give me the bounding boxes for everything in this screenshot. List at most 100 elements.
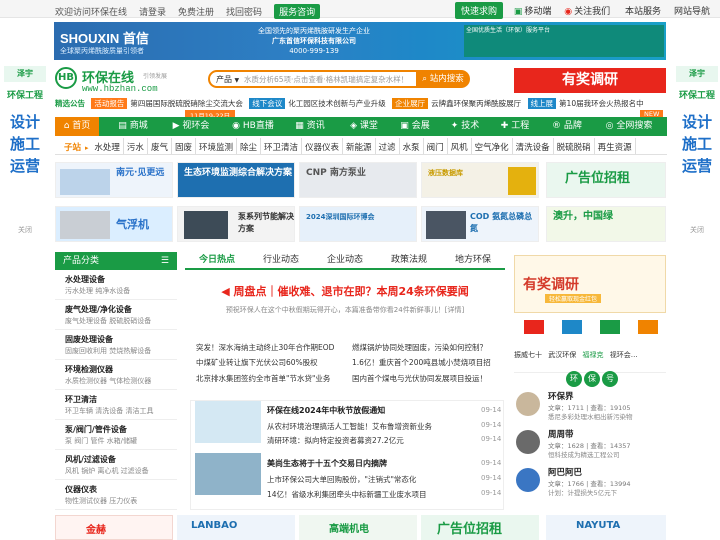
service-button[interactable]: 服务咨询 xyxy=(274,4,321,19)
ticker-item[interactable]: 云牌鑫环保聚丙烯酰胺展厅 xyxy=(431,99,521,108)
search-input[interactable]: 水质分析65项·点击查看·格林凯瑞搞定复杂水样！ xyxy=(244,74,414,85)
right-side-ad[interactable]: 泽宇 环保工程 设计 施工 运营 关闭 xyxy=(676,66,718,235)
ad-tile[interactable]: COD 氨氮总磷总氮 xyxy=(421,206,539,242)
category-sub[interactable]: 污水处理 纯净水设备 xyxy=(65,286,177,296)
news-item[interactable]: 突发！深水海纳主动终止30年合作期EOD xyxy=(196,340,346,355)
subnav-item[interactable]: 废气 xyxy=(148,138,172,154)
category-title[interactable]: 水处理设备 xyxy=(65,274,177,285)
tab-policy[interactable]: 政策法规 xyxy=(377,252,441,268)
featured-item[interactable]: 14亿！省级水利集团牵头中标新疆工业废水项目 xyxy=(267,489,427,500)
ad-tile[interactable]: 澳升，中国绿 xyxy=(546,206,666,242)
login-link[interactable]: 请登录 xyxy=(139,8,166,18)
site-nav-link[interactable]: 网站导航 xyxy=(674,7,710,17)
headline-desc[interactable]: 预祝环保人在这个中秋假期玩得开心，本篇准备带你看24件新鲜事儿！[详情] xyxy=(190,305,500,315)
bottom-ad[interactable]: 广告位招租 xyxy=(421,515,539,540)
subnav-item[interactable]: 环境监测 xyxy=(196,138,237,154)
bottom-ad[interactable]: NAYUTA xyxy=(546,515,666,540)
expo-label[interactable]: 振威七十 xyxy=(514,351,542,359)
subnav-item[interactable]: 空气净化 xyxy=(472,138,513,154)
nav-tech[interactable]: ✦ 技术 xyxy=(441,117,489,136)
news-item[interactable]: 国内首个煤电与光伏协同发展项目投运！ xyxy=(352,371,504,386)
follow-link[interactable]: 关注我们 xyxy=(574,7,610,17)
featured-item[interactable]: 上市环保公司大单回购股份，"注销式"常态化 xyxy=(267,474,416,485)
featured-item[interactable]: 从农村环境治理搞活人工智能！艾布鲁增资新业务 xyxy=(267,421,432,432)
expert-card[interactable]: 阿巴阿巴 文章：1766 | 查看：13994 计划：计提损失5亿元下 xyxy=(514,466,666,504)
search-category-select[interactable]: 产品 ▼ xyxy=(216,74,239,85)
expert-card[interactable]: 周周带 文章：1628 | 查看：14357 恒科技成为精选工程公司 xyxy=(514,428,666,466)
left-side-ad[interactable]: 泽宇 环保工程 设计 施工 运营 关闭 xyxy=(4,66,46,235)
expo-label[interactable]: 福禄克 xyxy=(582,351,603,359)
quick-purchase-button[interactable]: 快速求购 xyxy=(455,2,504,19)
nav-home[interactable]: ⌂ 首页 xyxy=(55,117,99,136)
bottom-ad[interactable]: 高端机电 xyxy=(299,515,417,540)
category-sub[interactable]: 物性测试仪器 压力仪表 xyxy=(65,496,177,506)
bottom-ad[interactable]: LANBAO xyxy=(177,515,295,540)
nav-brand[interactable]: ® 品牌 xyxy=(543,117,591,136)
category-title[interactable]: 环卫清洁 xyxy=(65,394,177,405)
subnav-item[interactable]: 除尘 xyxy=(237,138,261,154)
expo-logo[interactable] xyxy=(562,320,582,334)
expert-name[interactable]: 周周带 xyxy=(548,428,574,440)
nav-video-expo[interactable]: ▶ 视环会 xyxy=(163,117,219,136)
subnav-item[interactable]: 脱硫脱硝 xyxy=(554,138,595,154)
find-password-link[interactable]: 找回密码 xyxy=(226,8,262,18)
expert-name[interactable]: 阿巴阿巴 xyxy=(548,466,582,478)
sidebar-category[interactable]: 泵/阀门/管件设备泵 阀门 管件 水箱/储罐 xyxy=(55,420,177,450)
ad-tile[interactable]: 泵系列节能解决方案 xyxy=(177,206,295,242)
headline-title[interactable]: ◀ 周盘点｜催收难、退市在即？本周24条环保要闻 xyxy=(190,283,500,299)
sidebar-category[interactable]: 固废处理设备 固废回收利用 焚烧热解设备 xyxy=(55,330,177,360)
category-title[interactable]: 固废处理设备 xyxy=(65,334,177,345)
subnav-item[interactable]: 水处理 xyxy=(91,138,124,154)
ad-tile[interactable]: 液压数据库 xyxy=(421,162,539,198)
subnav-item[interactable]: 风机 xyxy=(448,138,472,154)
category-sub[interactable]: 固废回收利用 焚烧热解设备 xyxy=(65,346,177,356)
search-button[interactable]: ⌕ 站内搜索 xyxy=(416,70,470,88)
expo-logo[interactable] xyxy=(638,320,658,334)
ad-tile[interactable]: 广告位招租 xyxy=(546,162,666,198)
ad-tile[interactable]: CNP 南方泵业 xyxy=(299,162,417,198)
category-title[interactable]: 风机/过滤设备 xyxy=(65,454,177,465)
tab-company[interactable]: 企业动态 xyxy=(313,252,377,268)
bottom-ad[interactable]: 金赫 xyxy=(55,515,173,540)
ad-tile[interactable]: 南元·见更远 xyxy=(55,162,173,198)
expert-card[interactable]: 环保界 文章：1711 | 查看：19105 悉尼多彩处理水相出新污染物 xyxy=(514,390,666,428)
featured-title[interactable]: 环保在线2024年中秋节放假通知 xyxy=(267,405,385,416)
site-service-link[interactable]: 本站服务 xyxy=(625,7,661,17)
expo-logo[interactable] xyxy=(524,320,544,334)
subnav-item[interactable]: 污水 xyxy=(124,138,148,154)
category-title[interactable]: 仪器仪表 xyxy=(65,484,177,495)
sidebar-category[interactable]: 水处理设备 污水处理 纯净水设备 xyxy=(55,270,177,300)
expo-logo[interactable] xyxy=(600,320,620,334)
news-thumbnail[interactable] xyxy=(195,453,261,495)
ad-tile[interactable]: 2024深圳国际环博会 xyxy=(299,206,417,242)
side-ad-close[interactable]: 关闭 xyxy=(4,225,46,235)
side-ad-close[interactable]: 关闭 xyxy=(676,225,718,235)
expert-name[interactable]: 环保界 xyxy=(548,390,574,402)
news-thumbnail[interactable] xyxy=(195,401,261,443)
subnav-item[interactable]: 环卫清洁 xyxy=(261,138,303,154)
category-title[interactable]: 环境检测仪器 xyxy=(65,364,177,375)
expo-label[interactable]: 视环会… xyxy=(610,351,638,359)
nav-engineering[interactable]: ✚ 工程 xyxy=(491,117,539,136)
sidebar-category[interactable]: 仪器仪表 物性测试仪器 压力仪表 xyxy=(55,480,177,510)
ad-tile[interactable]: 生态环境监测综合解决方案 xyxy=(177,162,295,198)
ticker-item[interactable]: 第四届国际脱硫脱硝除尘交流大会 xyxy=(130,99,243,108)
nav-class[interactable]: ◈ 课堂 xyxy=(339,117,389,136)
sidebar-category[interactable]: 环境检测仪器 水质检测仪器 气体检测仪器 xyxy=(55,360,177,390)
sidebar-category[interactable]: 风机/过滤设备 风机 锅炉 离心机 过滤设备 xyxy=(55,450,177,480)
nav-live[interactable]: ◉ HB直播 xyxy=(223,117,283,136)
tab-industry[interactable]: 行业动态 xyxy=(249,252,313,268)
subnav-item[interactable]: 清洗设备 xyxy=(513,138,554,154)
sidebar-category[interactable]: 废气处理/净化设备 废气处理设备 脱硫脱硝设备 xyxy=(55,300,177,330)
survey-ad[interactable]: 有奖调研 xyxy=(514,68,666,93)
category-sub[interactable]: 废气处理设备 脱硫脱硝设备 xyxy=(65,316,177,326)
subnav-item[interactable]: 仪器仪表 xyxy=(302,138,344,154)
mobile-link[interactable]: 移动端 xyxy=(524,7,551,17)
subnav-item[interactable]: 水泵 xyxy=(400,138,424,154)
survey-banner[interactable]: 有奖调研 轻松赢取现金红包 xyxy=(514,255,666,313)
category-sub[interactable]: 泵 阀门 管件 水箱/储罐 xyxy=(65,436,177,446)
category-sub[interactable]: 风机 锅炉 离心机 过滤设备 xyxy=(65,466,177,476)
nav-expo[interactable]: ▣ 会展 xyxy=(391,117,439,136)
nav-news[interactable]: ▦ 资讯 xyxy=(285,117,335,136)
nav-mall[interactable]: ▤ 商城 xyxy=(107,117,159,136)
